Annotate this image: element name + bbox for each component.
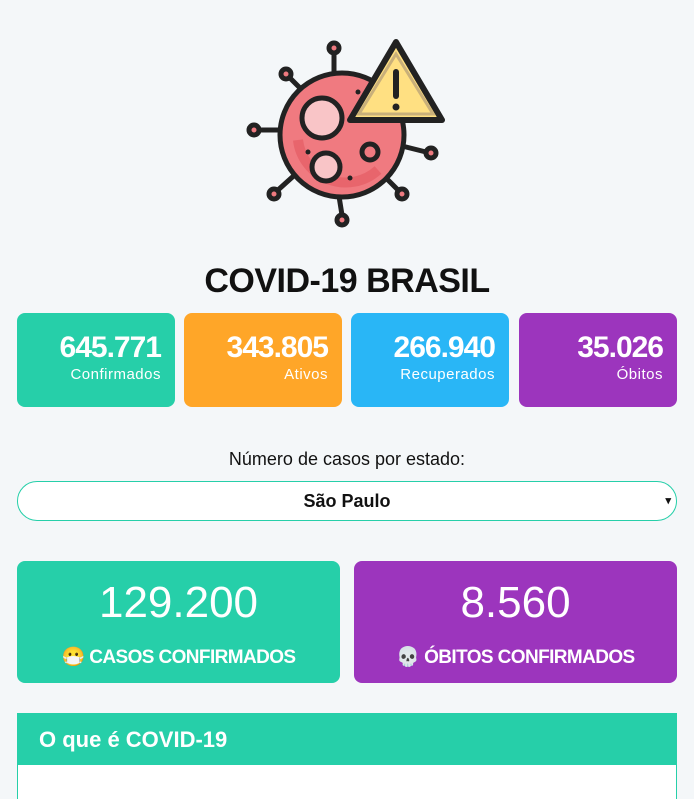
chevron-down-icon: ▾ bbox=[665, 495, 671, 507]
state-deaths-value: 8.560 bbox=[460, 578, 571, 627]
state-select-value: São Paulo bbox=[303, 491, 391, 511]
skull-icon: 💀 bbox=[396, 647, 420, 668]
stat-value: 343.805 bbox=[226, 331, 329, 364]
stat-value: 35.026 bbox=[577, 331, 664, 364]
info-panel: O que é COVID-19 bbox=[17, 713, 677, 799]
state-deaths-label: 💀 ÓBITOS CONFIRMADOS bbox=[396, 647, 635, 668]
mask-face-icon: 😷 bbox=[61, 647, 86, 668]
stat-card-confirmados: 645.771 Confirmados bbox=[17, 313, 175, 407]
stat-value: 645.771 bbox=[59, 331, 162, 364]
stat-label: Ativos bbox=[284, 366, 328, 383]
info-heading: O que é COVID-19 bbox=[18, 714, 676, 765]
state-select-label: Número de casos por estado: bbox=[228, 449, 466, 469]
state-cases-label: 😷 CASOS CONFIRMADOS bbox=[61, 647, 297, 668]
stat-card-obitos: 35.026 Óbitos bbox=[519, 313, 677, 407]
stat-card-recuperados: 266.940 Recuperados bbox=[351, 313, 509, 407]
stat-label: Recuperados bbox=[400, 366, 495, 383]
summary-stats: 645.771 Confirmados 343.805 Ativos 266.9… bbox=[17, 313, 677, 407]
page-title: COVID-19 BRASIL bbox=[204, 262, 490, 300]
state-cases-card: 129.200 😷 CASOS CONFIRMADOS bbox=[17, 561, 340, 683]
virus-warning-logo bbox=[246, 39, 445, 228]
stat-value: 266.940 bbox=[393, 331, 496, 364]
stat-label: Óbitos bbox=[616, 366, 663, 383]
state-deaths-card: 8.560 💀 ÓBITOS CONFIRMADOS bbox=[354, 561, 677, 683]
state-cases-value: 129.200 bbox=[98, 578, 259, 627]
stat-label: Confirmados bbox=[70, 366, 161, 383]
state-select[interactable]: São Paulo ▾ bbox=[17, 481, 677, 521]
stat-card-ativos: 343.805 Ativos bbox=[184, 313, 342, 407]
